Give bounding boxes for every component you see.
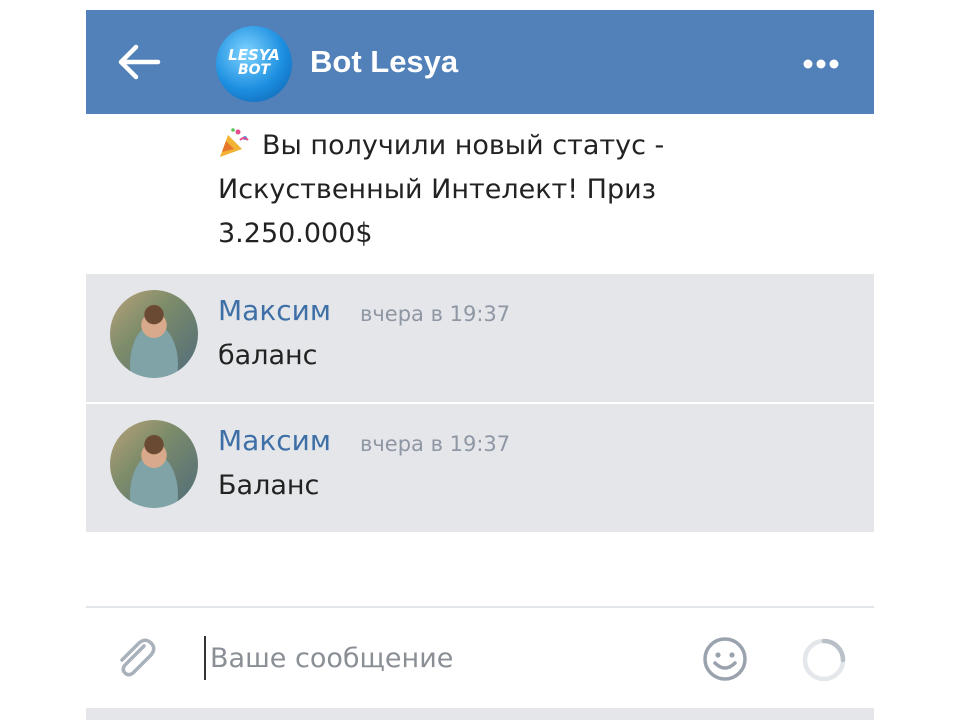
sender-name[interactable]: Максим <box>218 424 331 457</box>
chat-screen: LESYA BOT Bot Lesya Вы получили новый ст… <box>86 0 874 720</box>
chat-header: LESYA BOT Bot Lesya <box>86 10 874 114</box>
bottom-bar <box>86 708 874 720</box>
message-time: вчера в 19:37 <box>360 432 511 456</box>
attach-button[interactable] <box>110 632 160 682</box>
bot-logo-subtext: BOT <box>237 62 271 78</box>
avatar[interactable] <box>110 290 198 378</box>
status-line-1: Вы получили новый статус - <box>262 130 665 161</box>
more-horizontal-icon <box>803 59 839 69</box>
more-options-button[interactable] <box>796 46 846 82</box>
avatar[interactable] <box>110 420 198 508</box>
status-line-3: 3.250.000$ <box>218 218 373 249</box>
message-text: баланс <box>218 340 318 371</box>
status-line-2: Искуственный Интелект! Приз <box>218 174 657 205</box>
chat-title[interactable]: Bot Lesya <box>310 44 458 80</box>
sender-name[interactable]: Максим <box>218 294 331 327</box>
paperclip-icon <box>120 638 156 677</box>
message-input[interactable] <box>204 636 690 680</box>
smiley-icon <box>703 637 747 681</box>
bot-status-text: Вы получили новый статус - Искуственный … <box>218 124 738 256</box>
message-row[interactable]: Максим вчера в 19:37 Баланс <box>86 404 874 532</box>
loading-spinner-icon <box>802 638 846 682</box>
message-row[interactable]: Максим вчера в 19:37 баланс <box>86 274 874 402</box>
send-button[interactable] <box>798 634 850 686</box>
message-time: вчера в 19:37 <box>360 302 511 326</box>
arrow-left-icon <box>118 44 161 80</box>
message-text: Баланс <box>218 470 320 501</box>
message-bot-status: Вы получили новый статус - Искуственный … <box>86 114 874 272</box>
back-button[interactable] <box>114 38 164 86</box>
bot-avatar[interactable]: LESYA BOT <box>216 26 292 102</box>
emoji-button[interactable] <box>700 634 750 684</box>
message-composer <box>86 608 874 708</box>
